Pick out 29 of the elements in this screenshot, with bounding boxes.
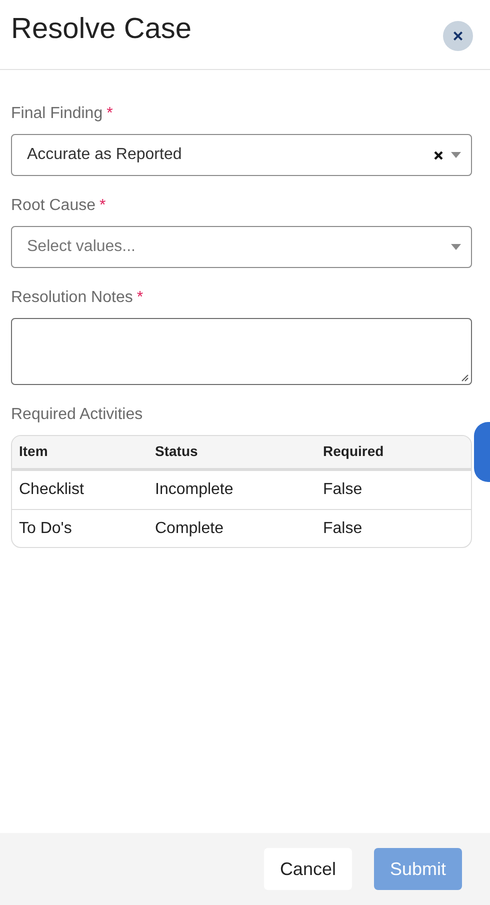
column-header: Item — [19, 443, 48, 459]
select-placeholder: Select values... — [27, 237, 136, 257]
dropdown-caret-icon[interactable] — [451, 244, 461, 250]
required-asterisk: * — [106, 104, 113, 124]
side-tab[interactable] — [474, 422, 490, 482]
dropdown-caret-icon[interactable] — [451, 152, 461, 158]
column-header: Required — [323, 443, 384, 459]
clear-icon[interactable] — [434, 150, 443, 160]
table-cell: Complete — [155, 520, 224, 536]
required-asterisk: * — [100, 196, 106, 216]
required-asterisk: * — [136, 288, 144, 308]
notes-textarea[interactable] — [11, 318, 472, 385]
field-label: Final Finding — [11, 104, 103, 124]
field-label: Resolution Notes — [11, 288, 133, 308]
table-cell: To Do's — [19, 520, 72, 536]
table-cell: Checklist — [19, 481, 84, 498]
cancel-button[interactable]: Cancel — [264, 848, 352, 890]
dialog-title: Resolve Case — [11, 12, 192, 47]
field-label: Root Cause — [11, 196, 96, 216]
resize-handle-icon — [461, 374, 469, 382]
table-cell: False — [323, 520, 362, 536]
column-header: Status — [155, 443, 198, 459]
select-field[interactable]: Accurate as Reported — [11, 134, 472, 176]
select-value: Accurate as Reported — [27, 145, 182, 165]
select-field[interactable]: Select values... — [11, 226, 472, 268]
close-button[interactable]: × — [443, 20, 473, 50]
table-cell: False — [323, 481, 362, 498]
table-cell: Incomplete — [155, 481, 234, 498]
section-title: Required Activities — [11, 405, 144, 425]
